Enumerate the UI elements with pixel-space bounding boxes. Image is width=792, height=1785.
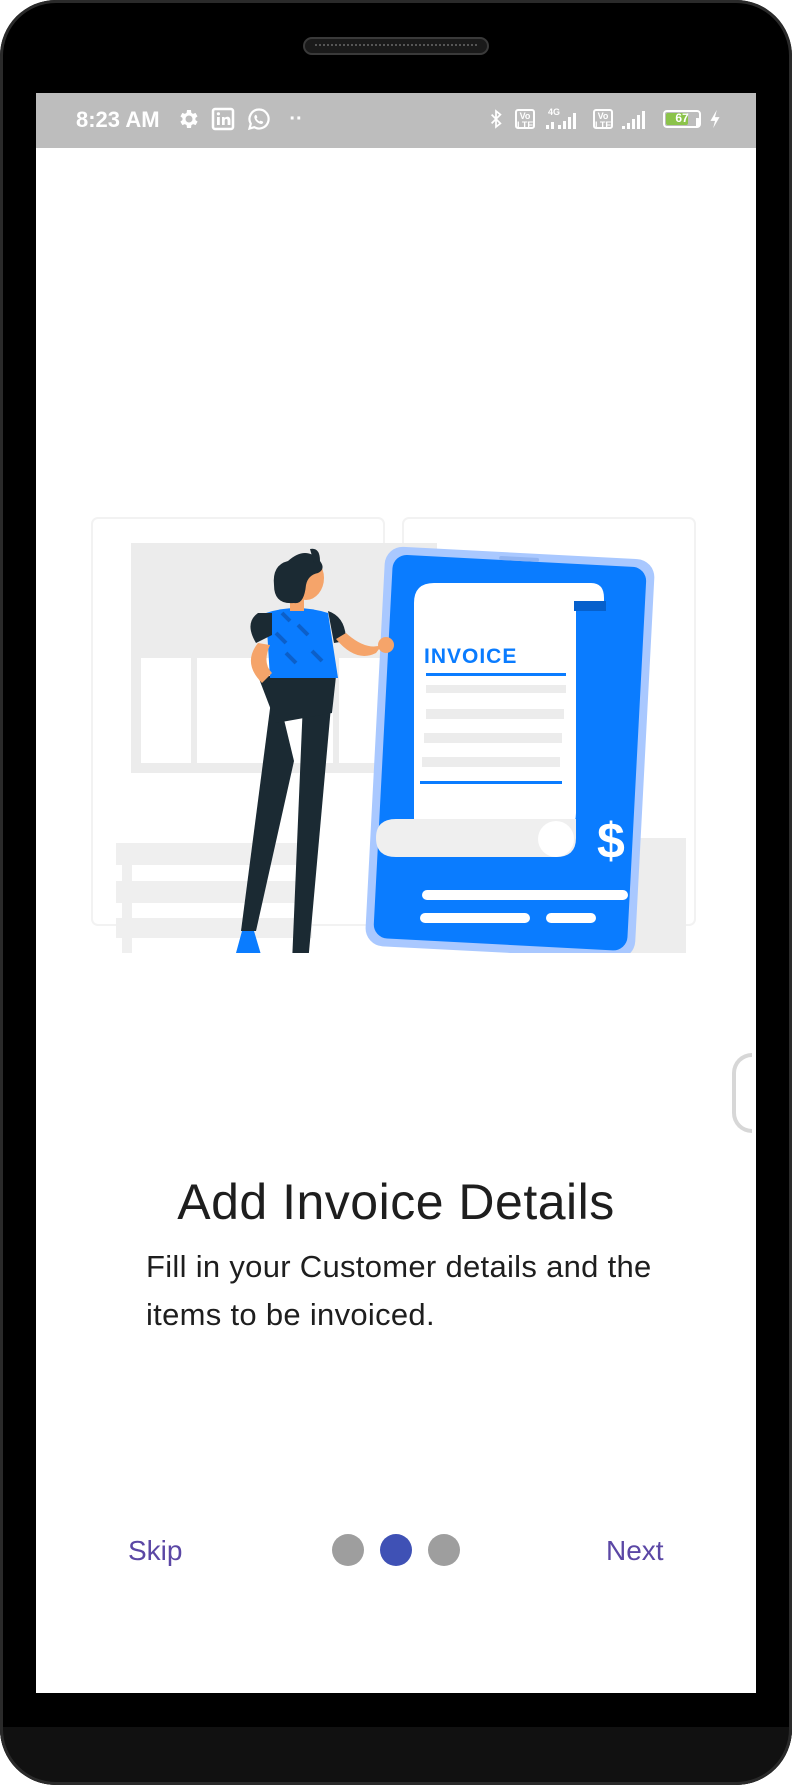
battery-icon: 67 xyxy=(660,106,704,132)
page-indicator-dot-3[interactable] xyxy=(428,1534,460,1566)
status-bar: 8:23 AM ·· Vo LTE 4G Vo LTE 67 xyxy=(36,93,756,148)
skip-button[interactable]: Skip xyxy=(128,1535,182,1567)
invoice-heading: INVOICE xyxy=(424,645,517,668)
charging-icon xyxy=(708,106,722,132)
volte-icon: Vo LTE xyxy=(592,106,614,132)
gear-icon xyxy=(176,106,200,132)
volte-icon: Vo LTE xyxy=(514,106,536,132)
bluetooth-icon xyxy=(488,106,504,132)
whatsapp-icon xyxy=(246,106,272,132)
linkedin-icon xyxy=(210,106,236,132)
signal-icon xyxy=(620,106,648,132)
next-button[interactable]: Next xyxy=(606,1535,664,1567)
invoice-illustration: INVOICE $ xyxy=(91,517,696,953)
status-time: 8:23 AM xyxy=(76,107,160,132)
phone-chin xyxy=(0,1727,792,1785)
more-dots-icon: ·· xyxy=(289,107,303,130)
dollar-icon: $ xyxy=(597,813,625,869)
edge-swipe-handle[interactable] xyxy=(732,1053,752,1133)
app-screen: 8:23 AM ·· Vo LTE 4G Vo LTE 67 INVOICE $… xyxy=(36,93,756,1693)
volte-label: Vo LTE xyxy=(593,109,613,130)
earpiece-speaker xyxy=(303,37,489,55)
phone-frame: 8:23 AM ·· Vo LTE 4G Vo LTE 67 INVOICE $… xyxy=(0,0,792,1785)
volte-label: Vo LTE xyxy=(515,109,535,130)
svg-text:4G: 4G xyxy=(548,107,560,117)
page-indicator-dot-1[interactable] xyxy=(332,1534,364,1566)
page-indicator-dot-2-active[interactable] xyxy=(380,1534,412,1566)
onboarding-description: Fill in your Customer details and the it… xyxy=(146,1249,652,1332)
signal-icon: 4G xyxy=(544,106,580,132)
battery-level: 67 xyxy=(675,111,689,125)
onboarding-title: Add Invoice Details xyxy=(177,1174,615,1230)
